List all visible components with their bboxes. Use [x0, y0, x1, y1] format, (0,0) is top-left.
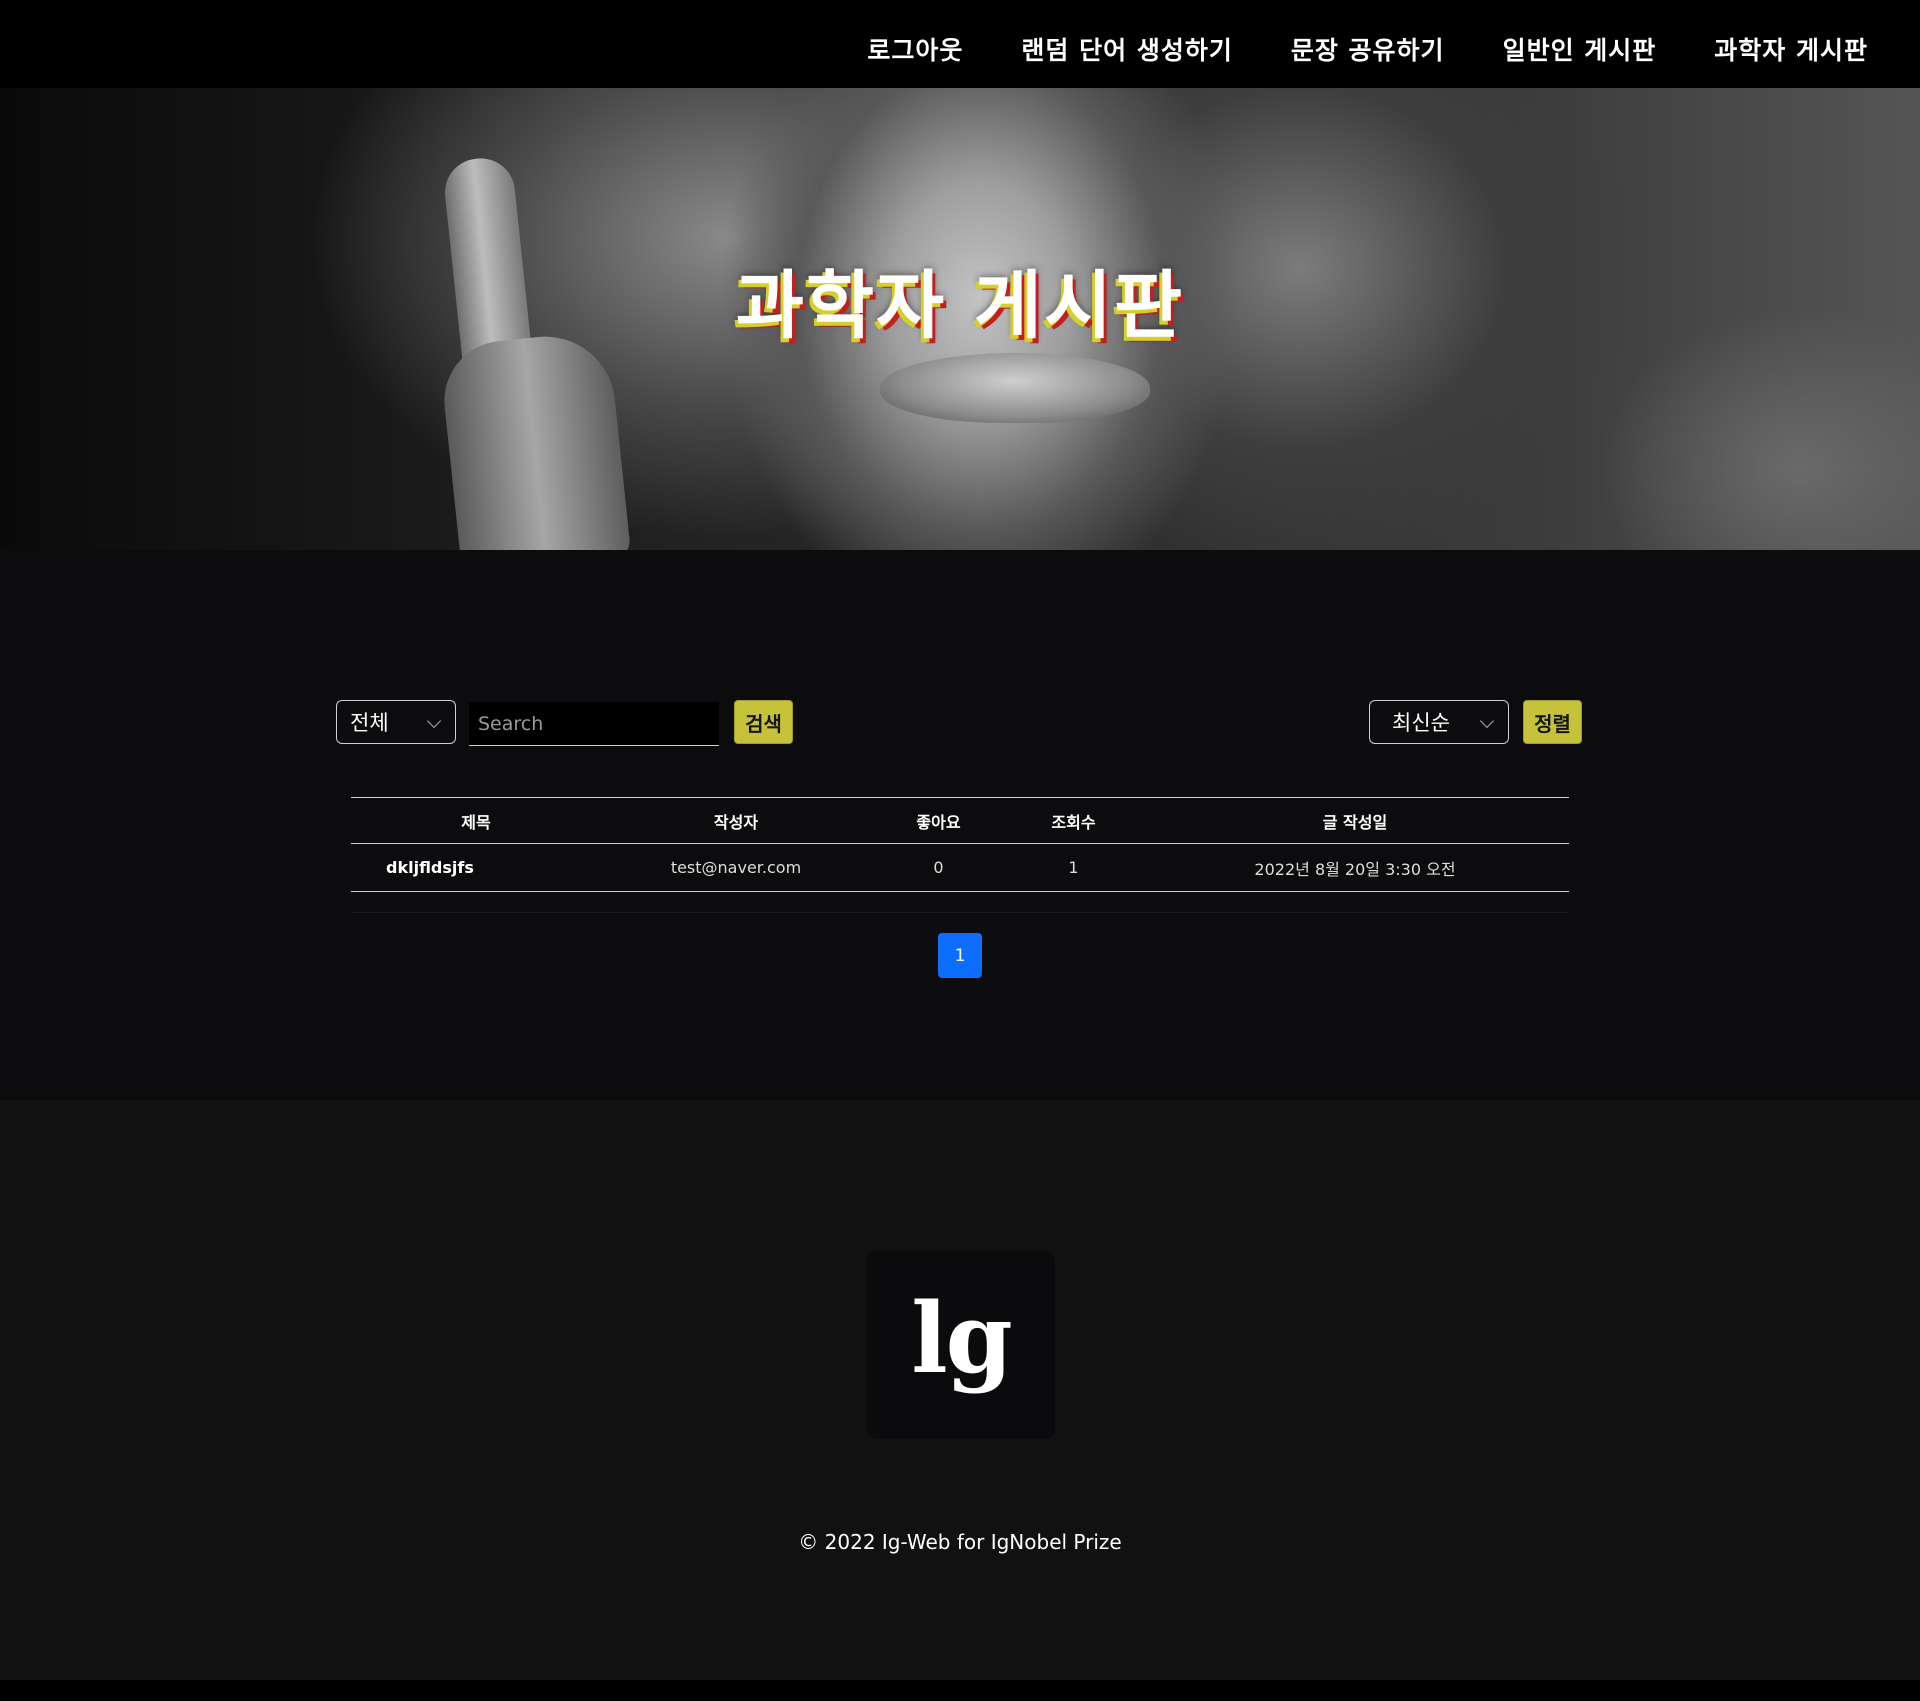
nav-share-sentence-link[interactable]: 문장 공유하기: [1291, 31, 1445, 67]
post-views: 1: [1068, 858, 1079, 877]
nav-scientist-board-link[interactable]: 과학자 게시판: [1714, 31, 1868, 67]
posts-table: 제목 작성자 좋아요 조회수 글 작성일 dkljfldsjfs test@na…: [351, 797, 1569, 913]
bottom-strip: [0, 1680, 1920, 1701]
column-header-author[interactable]: 작성자: [601, 809, 871, 833]
nav-public-board-link[interactable]: 일반인 게시판: [1503, 31, 1657, 67]
sort-select-value: 최신순: [1392, 711, 1450, 735]
copyright-text: © 2022 Ig-Web for IgNobel Prize: [798, 1530, 1122, 1554]
post-likes: 0: [933, 858, 944, 877]
hero-banner: 과학자 게시판: [0, 88, 1920, 550]
sort-button[interactable]: 정렬: [1523, 700, 1582, 744]
pagination-page-1[interactable]: 1: [938, 933, 982, 978]
nav-logout-link[interactable]: 로그아웃: [867, 31, 963, 67]
logo-text: lg: [911, 1281, 1013, 1395]
column-header-date[interactable]: 글 작성일: [1141, 809, 1569, 833]
post-date: 2022년 8월 20일 3:30 오전: [1254, 859, 1456, 879]
main-nav: 로그아웃 랜덤 단어 생성하기 문장 공유하기 일반인 게시판 과학자 게시판: [867, 0, 1868, 100]
post-title-link[interactable]: dkljfldsjfs: [351, 858, 601, 877]
post-author: test@naver.com: [670, 858, 802, 877]
page-title: 과학자 게시판: [735, 262, 1185, 349]
footer-logo[interactable]: lg: [867, 1251, 1055, 1439]
chevron-down-icon: [426, 713, 442, 729]
table-divider: [351, 912, 1569, 913]
table-header-row: 제목 작성자 좋아요 조회수 글 작성일: [351, 797, 1569, 844]
hero-image-hand: [438, 329, 632, 550]
column-header-views[interactable]: 조회수: [1006, 809, 1141, 833]
search-input[interactable]: [469, 702, 719, 746]
chevron-down-icon: [1479, 713, 1495, 729]
column-header-likes[interactable]: 좋아요: [871, 809, 1006, 833]
nav-random-word-link[interactable]: 랜덤 단어 생성하기: [1021, 31, 1232, 67]
sort-select[interactable]: 최신순: [1369, 700, 1509, 744]
category-select[interactable]: 전체: [336, 700, 456, 744]
category-select-value: 전체: [350, 711, 389, 735]
search-button[interactable]: 검색: [734, 700, 793, 744]
top-navbar: 로그아웃 랜덤 단어 생성하기 문장 공유하기 일반인 게시판 과학자 게시판: [0, 0, 1920, 88]
table-row[interactable]: dkljfldsjfs test@naver.com 0 1 2022년 8월 …: [351, 844, 1569, 892]
column-header-title[interactable]: 제목: [351, 809, 601, 833]
hero-image-mustache: [880, 353, 1150, 423]
